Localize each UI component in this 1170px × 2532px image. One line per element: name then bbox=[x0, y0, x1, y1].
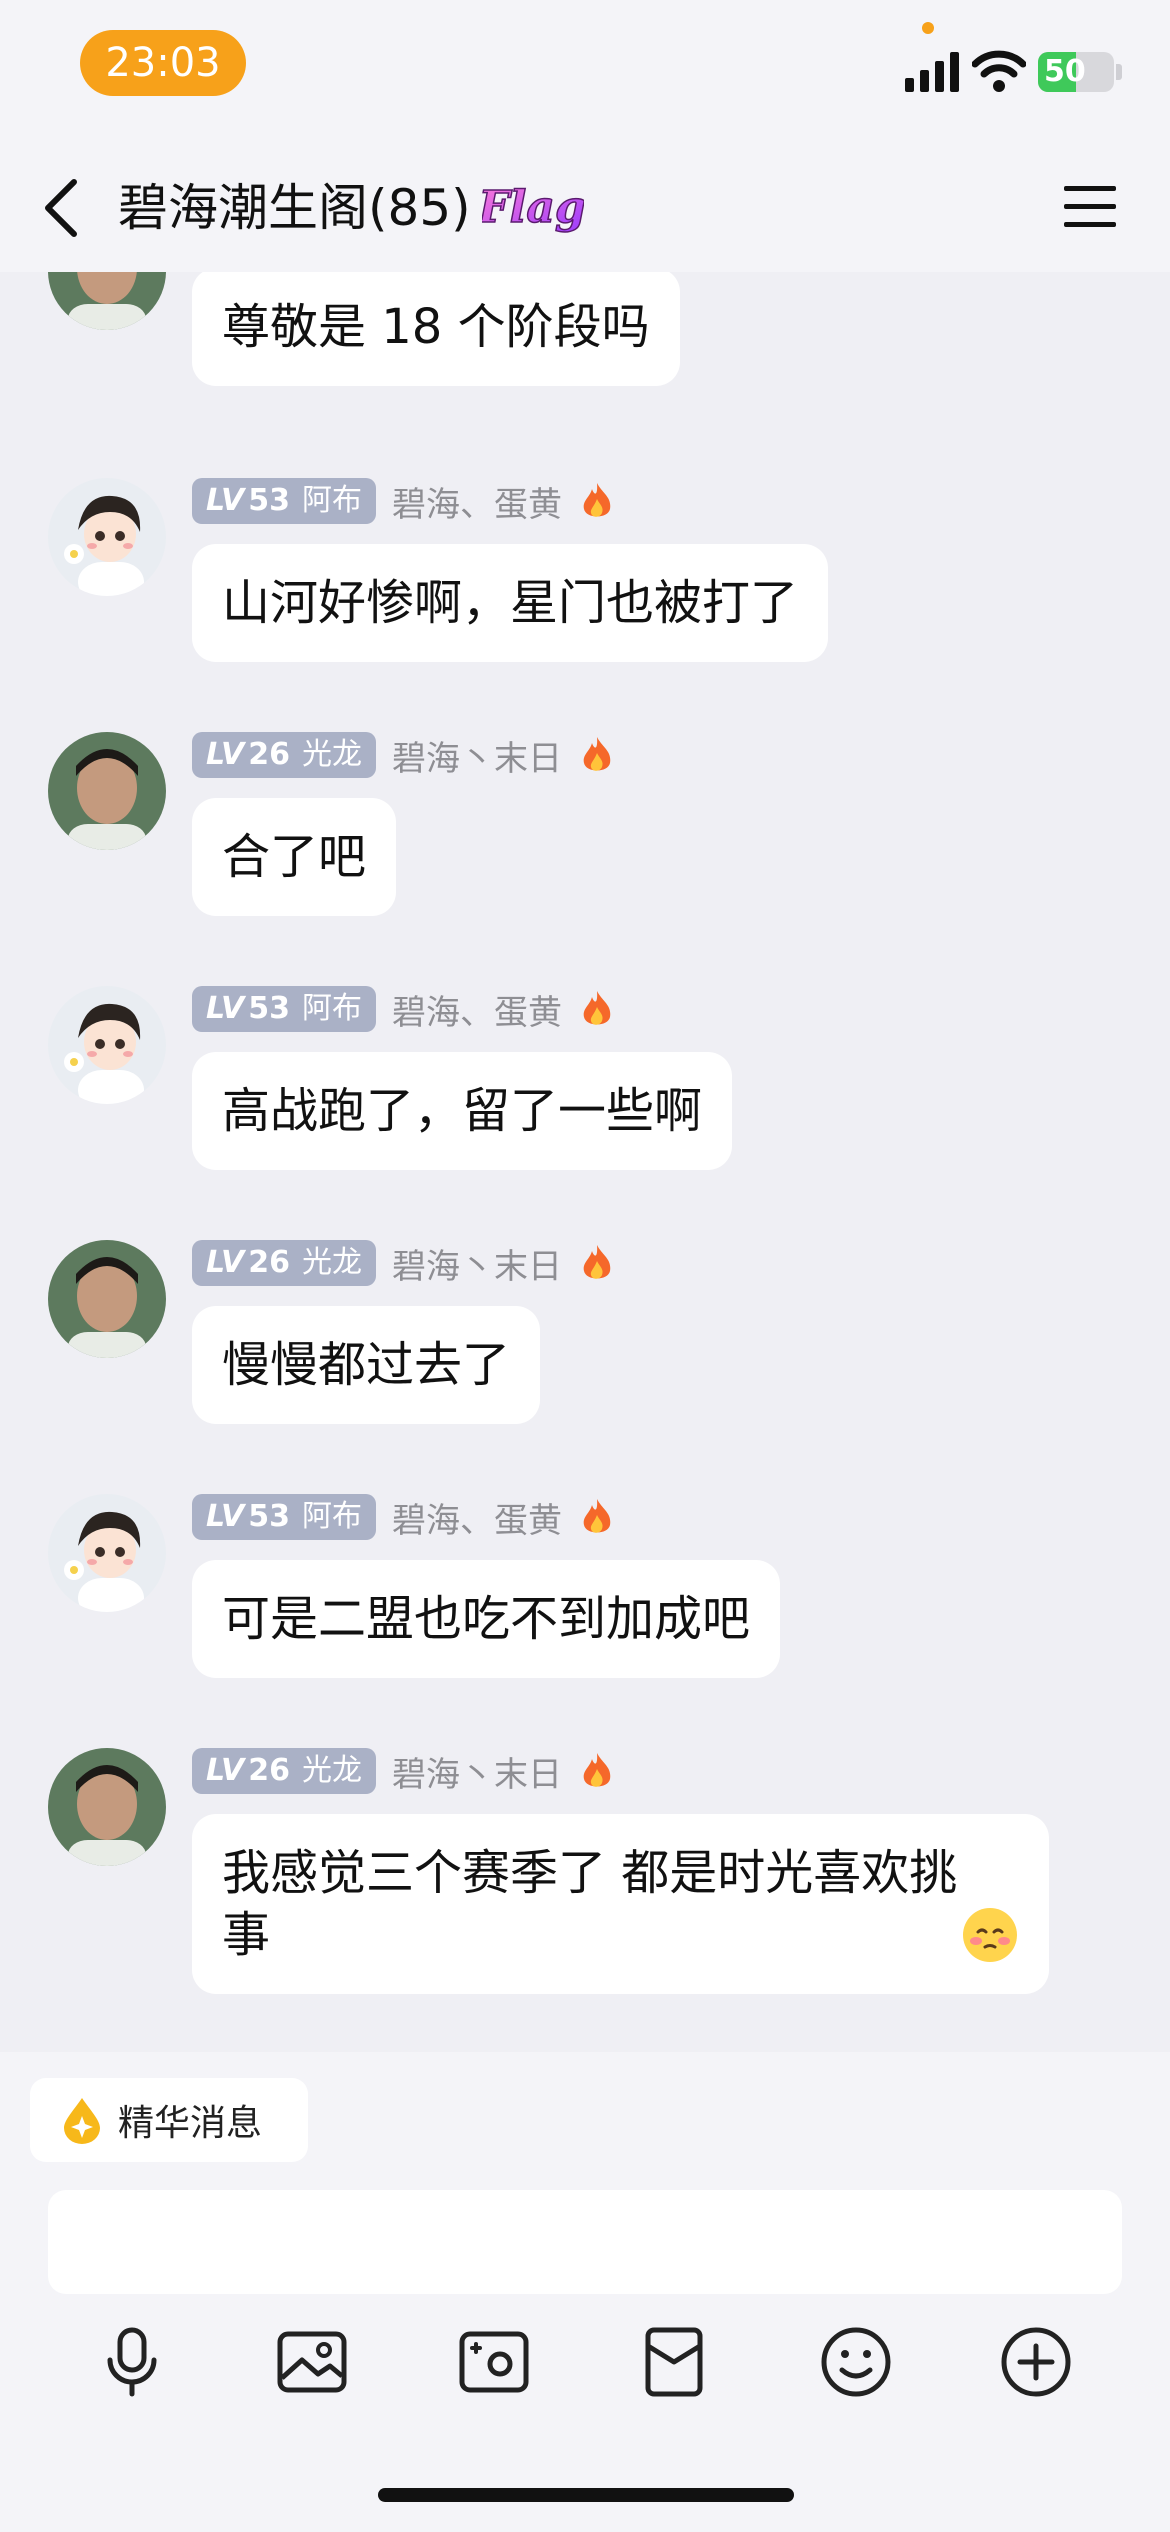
level-number: 26 bbox=[248, 1753, 290, 1788]
input-bar bbox=[0, 2190, 1170, 2532]
sender-name[interactable]: 碧海丶末日 bbox=[392, 731, 562, 780]
chat-message-list[interactable]: 尊敬是 18 个阶段吗 LV 53 阿布 碧海、蛋黄 山河好惨啊，星门也被打了 … bbox=[0, 272, 1170, 2052]
message-text: 我感觉三个赛季了 都是时光喜欢挑 事 bbox=[222, 1845, 958, 1963]
level-prefix: LV bbox=[206, 737, 245, 772]
message-bubble[interactable]: 尊敬是 18 个阶段吗 bbox=[192, 272, 680, 386]
sender-meta: LV 26 光龙 碧海丶末日 bbox=[192, 1239, 614, 1288]
level-badge: LV 53 阿布 bbox=[192, 986, 376, 1032]
status-bar: 23:03 50 bbox=[0, 0, 1170, 130]
back-icon[interactable] bbox=[40, 178, 86, 238]
fire-icon bbox=[583, 1499, 611, 1533]
flag-badge-text: Flag bbox=[482, 182, 584, 233]
member-title: 阿布 bbox=[301, 991, 362, 1026]
image-icon[interactable] bbox=[274, 2324, 350, 2400]
essence-label: 精华消息 bbox=[118, 2103, 263, 2144]
message-bubble[interactable]: 慢慢都过去了 bbox=[192, 1306, 541, 1424]
battery-icon: 50 bbox=[1038, 52, 1114, 92]
level-number: 53 bbox=[248, 1499, 290, 1534]
sender-meta: LV 53 阿布 碧海、蛋黄 bbox=[192, 1493, 614, 1542]
camera-icon[interactable] bbox=[456, 2324, 532, 2400]
level-prefix: LV bbox=[206, 1499, 245, 1534]
level-number: 26 bbox=[248, 1245, 290, 1280]
plus-icon[interactable] bbox=[998, 2324, 1074, 2400]
sender-name[interactable]: 碧海、蛋黄 bbox=[392, 1493, 562, 1542]
emoji-icon[interactable] bbox=[818, 2324, 894, 2400]
level-badge: LV 26 光龙 bbox=[192, 1240, 376, 1286]
microphone-icon[interactable] bbox=[94, 2324, 170, 2400]
member-title: 阿布 bbox=[301, 1499, 362, 1534]
level-badge: LV 26 光龙 bbox=[192, 732, 376, 778]
fire-icon bbox=[583, 1753, 611, 1787]
status-time: 23:03 bbox=[80, 30, 246, 96]
fire-icon bbox=[583, 737, 611, 771]
flag-badge: Flag bbox=[482, 181, 584, 234]
avatar[interactable] bbox=[48, 1494, 166, 1612]
chat-header: 碧海潮生阁(85) Flag bbox=[0, 130, 1170, 272]
avatar[interactable] bbox=[48, 272, 166, 330]
home-indicator[interactable] bbox=[378, 2488, 794, 2502]
level-number: 53 bbox=[248, 991, 290, 1026]
blush-emoji-icon bbox=[963, 1908, 1018, 1962]
level-badge: LV 26 光龙 bbox=[192, 1748, 376, 1794]
sender-meta: LV 53 阿布 碧海、蛋黄 bbox=[192, 985, 614, 1034]
sender-meta: LV 53 阿布 碧海、蛋黄 bbox=[192, 477, 614, 526]
fire-icon bbox=[583, 483, 611, 517]
essence-drop-icon bbox=[64, 2098, 100, 2144]
message-bubble[interactable]: 山河好惨啊，星门也被打了 bbox=[192, 544, 829, 662]
battery-percent: 50 bbox=[1044, 54, 1086, 89]
wifi-icon bbox=[972, 50, 1026, 92]
level-number: 26 bbox=[248, 737, 290, 772]
fire-icon bbox=[583, 1245, 611, 1279]
sender-meta: LV 26 光龙 碧海丶末日 bbox=[192, 1747, 614, 1796]
essence-button[interactable]: 精华消息 bbox=[30, 2078, 308, 2162]
level-badge: LV 53 阿布 bbox=[192, 478, 376, 524]
message-input[interactable] bbox=[48, 2190, 1122, 2294]
menu-icon[interactable] bbox=[1064, 182, 1116, 232]
level-badge: LV 53 阿布 bbox=[192, 1494, 376, 1540]
message-bubble[interactable]: 我感觉三个赛季了 都是时光喜欢挑 事 bbox=[192, 1814, 1050, 1994]
level-prefix: LV bbox=[206, 991, 245, 1026]
level-number: 53 bbox=[248, 483, 290, 518]
avatar[interactable] bbox=[48, 1748, 166, 1866]
privacy-indicator-dot bbox=[922, 22, 934, 34]
sender-meta: LV 26 光龙 碧海丶末日 bbox=[192, 731, 614, 780]
member-title: 光龙 bbox=[301, 1245, 362, 1280]
sender-name[interactable]: 碧海、蛋黄 bbox=[392, 985, 562, 1034]
sender-name[interactable]: 碧海丶末日 bbox=[392, 1239, 562, 1288]
sender-name[interactable]: 碧海、蛋黄 bbox=[392, 477, 562, 526]
group-title[interactable]: 碧海潮生阁(85) bbox=[118, 178, 471, 238]
member-title: 阿布 bbox=[301, 483, 362, 518]
message-bubble[interactable]: 高战跑了，留了一些啊 bbox=[192, 1052, 733, 1170]
level-prefix: LV bbox=[206, 1245, 245, 1280]
avatar[interactable] bbox=[48, 732, 166, 850]
sender-name[interactable]: 碧海丶末日 bbox=[392, 1747, 562, 1796]
avatar[interactable] bbox=[48, 1240, 166, 1358]
avatar[interactable] bbox=[48, 986, 166, 1104]
essence-bar: 精华消息 bbox=[0, 2052, 1170, 2190]
message-bubble[interactable]: 合了吧 bbox=[192, 798, 397, 916]
cellular-signal-icon bbox=[905, 52, 959, 92]
battery-cap bbox=[1116, 64, 1122, 80]
fire-icon bbox=[583, 991, 611, 1025]
member-title: 光龙 bbox=[301, 1753, 362, 1788]
avatar[interactable] bbox=[48, 478, 166, 596]
level-prefix: LV bbox=[206, 1753, 245, 1788]
red-packet-icon[interactable] bbox=[636, 2324, 712, 2400]
member-title: 光龙 bbox=[301, 737, 362, 772]
message-bubble[interactable]: 可是二盟也吃不到加成吧 bbox=[192, 1560, 781, 1678]
level-prefix: LV bbox=[206, 483, 245, 518]
